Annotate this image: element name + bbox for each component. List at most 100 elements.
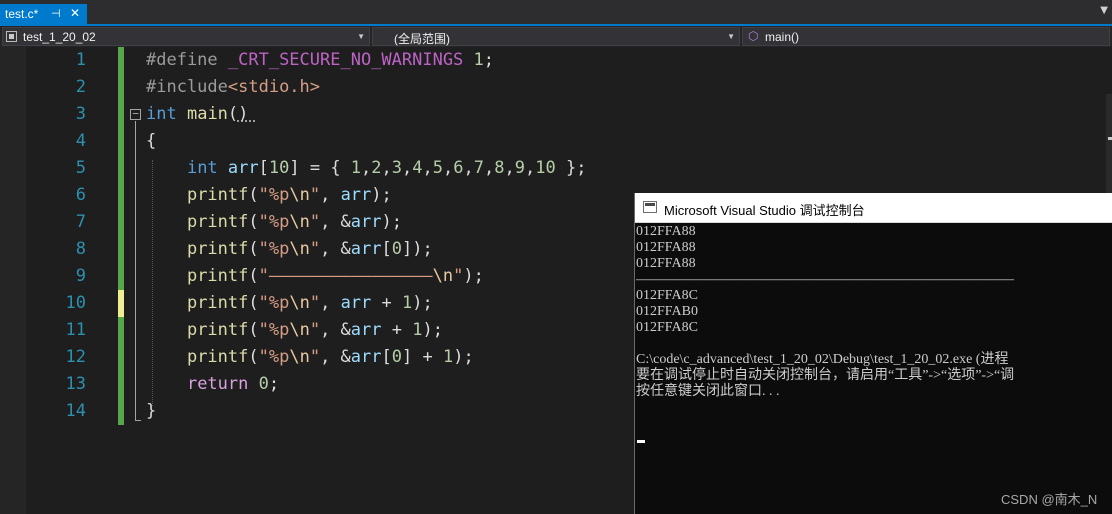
console-line: 012FFA8C — [636, 320, 698, 335]
line-number: 1 — [75, 50, 86, 70]
code-line[interactable]: #define _CRT_SECURE_NO_WARNINGS 1; — [146, 47, 494, 74]
close-icon[interactable]: ✕ — [70, 6, 80, 20]
code-line[interactable]: { — [146, 128, 156, 155]
code-token: 1 — [350, 158, 362, 178]
code-line[interactable]: #include<stdio.h> — [146, 74, 320, 101]
document-tab-bar: test.c* ⊣ ✕ ▼ — [0, 0, 1112, 26]
code-token: , & — [320, 320, 351, 340]
code-token: ] = { — [289, 158, 351, 178]
code-token: 9 — [514, 158, 526, 178]
line-number: 14 — [65, 401, 86, 421]
code-line[interactable]: int arr[10] = { 1,2,3,4,5,6,7,8,9,10 }; — [146, 155, 587, 182]
code-line[interactable]: printf("%p\n", &arr + 1); — [146, 317, 443, 344]
tab-list-dropdown-icon[interactable]: ▼ — [1100, 5, 1108, 16]
code-token: #include — [146, 77, 228, 97]
code-token: 3 — [391, 158, 403, 178]
code-token: _CRT_SECURE_NO_WARNINGS — [227, 50, 464, 70]
saved-change-bar — [118, 182, 124, 209]
line-number: 6 — [75, 185, 86, 205]
debug-console-window[interactable]: Microsoft Visual Studio 调试控制台 012FFA88 01… — [634, 193, 1112, 514]
code-line[interactable]: printf("%p\n", &arr[0]); — [146, 236, 433, 263]
console-output[interactable]: 012FFA88 012FFA88 012FFA88 ————————————————… — [636, 223, 1112, 503]
code-token: ); — [453, 347, 474, 367]
line-number: 2 — [75, 77, 86, 97]
code-token: ( — [248, 239, 259, 259]
code-token: , — [422, 158, 433, 178]
scope-dropdown[interactable]: (全局范围) ▼ — [372, 27, 740, 46]
code-token: ); — [412, 293, 433, 313]
code-token: [ — [258, 158, 269, 178]
code-token: 1 — [442, 347, 454, 367]
code-line[interactable]: return 0; — [146, 371, 279, 398]
console-line: 按任意键关闭此窗口. . . — [636, 384, 780, 399]
collapse-toggle-icon[interactable]: − — [130, 108, 141, 120]
saved-change-bar — [118, 236, 124, 263]
code-line[interactable]: int main() — [146, 101, 248, 128]
code-token: \n — [289, 347, 310, 367]
code-token: , & — [320, 239, 351, 259]
saved-change-bar — [118, 128, 124, 155]
code-token: int — [186, 158, 218, 178]
code-token: [ — [381, 239, 392, 259]
code-token: arr — [227, 158, 259, 178]
code-token: arr — [340, 293, 372, 313]
line-number: 9 — [75, 266, 86, 286]
code-token: 2 — [371, 158, 382, 178]
code-token: [ — [381, 347, 392, 367]
code-token: \n — [289, 239, 310, 259]
code-token: ); — [381, 212, 402, 232]
console-titlebar[interactable]: Microsoft Visual Studio 调试控制台 — [635, 193, 1112, 223]
code-token: ( — [248, 212, 259, 232]
code-token: , — [504, 158, 515, 178]
code-token: \n — [289, 212, 310, 232]
project-name: test_1_20_02 — [23, 30, 96, 44]
code-token: "%p — [258, 212, 290, 232]
code-token: arr — [350, 347, 382, 367]
code-token: ( — [248, 185, 259, 205]
code-token: , — [525, 158, 536, 178]
text-cursor — [637, 440, 645, 443]
console-line: 012FFA8C — [636, 288, 698, 303]
code-token: " — [309, 239, 321, 259]
code-line[interactable]: printf("%p\n", arr + 1); — [146, 290, 433, 317]
code-token: 5 — [432, 158, 444, 178]
function-dropdown[interactable]: ⬡ main() — [742, 27, 1110, 46]
line-number: 10 — [65, 293, 86, 313]
code-token: ( — [248, 293, 259, 313]
console-line: 012FFA88 — [636, 240, 696, 255]
saved-change-bar — [118, 317, 124, 344]
code-token: { — [146, 131, 157, 151]
console-line: 012FFA88 — [636, 256, 696, 271]
code-line[interactable]: printf("————————————————\n"); — [146, 263, 484, 290]
code-token: arr — [350, 320, 382, 340]
console-line: 012FFA88 — [636, 224, 696, 239]
project-dropdown[interactable]: test_1_20_02 ▼ — [2, 27, 370, 46]
code-token: ); — [422, 320, 443, 340]
code-token: \n — [289, 293, 310, 313]
code-token: \n — [289, 320, 310, 340]
code-line[interactable]: printf("%p\n", arr); — [146, 182, 392, 209]
scrollbar-marker — [1108, 137, 1112, 140]
code-token: " — [309, 347, 321, 367]
tab-test-c[interactable]: test.c* ⊣ ✕ — [0, 4, 87, 26]
line-number: 8 — [75, 239, 86, 259]
line-number: 13 — [65, 374, 86, 394]
code-token: 0 — [258, 374, 269, 394]
code-line[interactable]: printf("%p\n", &arr[0] + 1); — [146, 344, 474, 371]
code-line[interactable]: printf("%p\n", &arr); — [146, 209, 402, 236]
console-line: 012FFAB0 — [636, 304, 698, 319]
code-token: , & — [320, 212, 351, 232]
code-token: } — [146, 401, 157, 421]
pin-icon[interactable]: ⊣ — [51, 7, 61, 20]
saved-change-bar — [118, 155, 124, 182]
line-number: 5 — [75, 158, 86, 178]
code-token: 1 — [402, 293, 413, 313]
code-line[interactable]: } — [146, 398, 156, 425]
code-token: + — [381, 320, 413, 340]
